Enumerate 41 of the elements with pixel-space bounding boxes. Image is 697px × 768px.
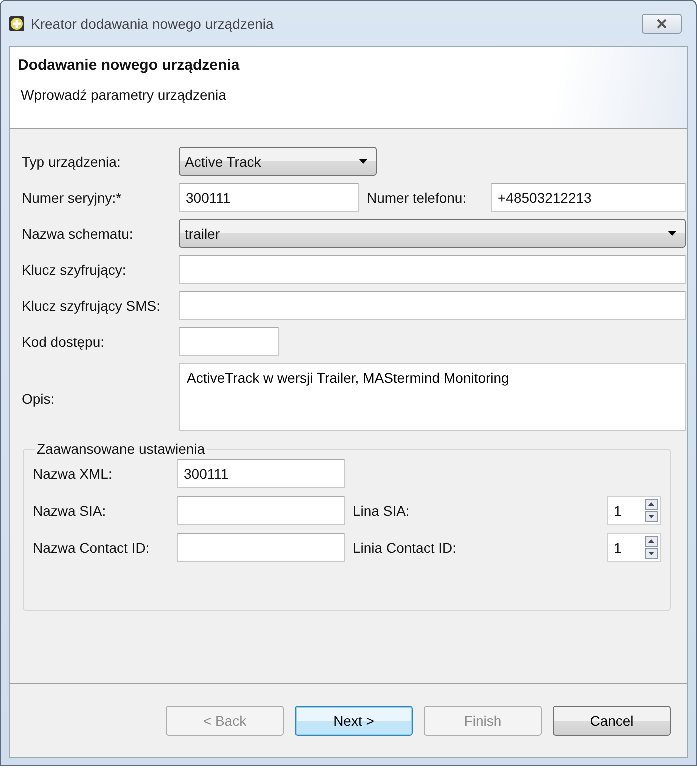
dropdown-arrow-icon	[359, 159, 368, 164]
description-field[interactable]: ActiveTrack w wersji Trailer, MAStermind Monitoring	[179, 363, 686, 431]
contact-id-line-spinner[interactable]: 1	[607, 533, 661, 562]
field-label: Nazwa SIA:	[33, 502, 108, 518]
field-label: Numer seryjny:*	[22, 190, 123, 206]
close-button[interactable]	[642, 14, 682, 34]
page-subtitle: Wprowadź parametry urządzenia	[21, 87, 228, 103]
field-label: Klucz szyfrujący:	[22, 262, 128, 278]
phone-number-field[interactable]: +48503212213	[491, 183, 686, 212]
field-label: Nazwa Contact ID:	[33, 540, 151, 556]
sia-line-spinner[interactable]: 1	[607, 496, 661, 525]
sia-name-field[interactable]	[177, 496, 345, 525]
device-type-dropdown[interactable]: Active Track	[179, 147, 377, 176]
wizard-button[interactable]: Cancel	[553, 706, 671, 736]
sms-encryption-key-field[interactable]	[179, 291, 686, 320]
wizard-button[interactable]: Next >	[295, 706, 413, 736]
schema-name-dropdown[interactable]: trailer	[179, 219, 686, 248]
field-label: Linia Contact ID:	[353, 540, 458, 556]
close-icon	[656, 18, 668, 28]
field-label: Lina SIA:	[353, 502, 411, 518]
field-label: Opis:	[22, 391, 56, 407]
plus-icon	[9, 16, 25, 32]
encryption-key-field[interactable]	[179, 255, 686, 284]
contact-id-name-field[interactable]	[177, 533, 345, 562]
field-label: Kod dostępu:	[22, 334, 106, 350]
field-label: Numer telefonu:	[367, 190, 468, 206]
dropdown-arrow-icon	[668, 231, 677, 236]
xml-name-field[interactable]: 300111	[177, 459, 345, 488]
field-label: Nazwa XML:	[33, 466, 114, 482]
spin-up-icon[interactable]	[645, 536, 658, 547]
field-label: Klucz szyfrujący SMS:	[22, 298, 162, 314]
field-label: Nazwa schematu:	[22, 226, 134, 242]
access-code-field[interactable]	[179, 327, 279, 356]
field-label: Typ urządzenia:	[22, 154, 122, 170]
serial-number-field[interactable]: 300111	[179, 183, 359, 212]
window-title: Kreator dodawania nowego urządzenia	[31, 16, 275, 32]
page-title: Dodawanie nowego urządzenia	[18, 57, 241, 74]
spin-down-icon[interactable]	[645, 548, 658, 559]
spin-up-icon[interactable]	[645, 499, 658, 510]
group-title: Zaawansowane ustawienia	[36, 441, 206, 457]
spin-down-icon[interactable]	[645, 511, 658, 522]
